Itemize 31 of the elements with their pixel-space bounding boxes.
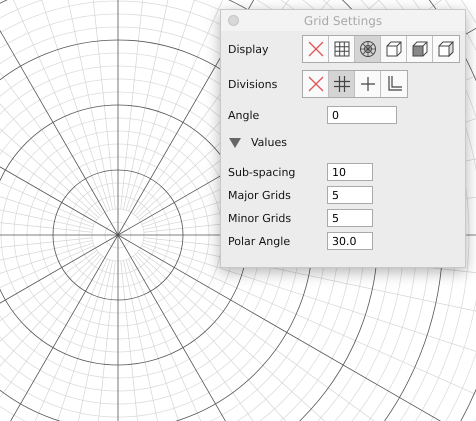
cross-icon — [306, 74, 326, 94]
cube-icon — [436, 39, 456, 59]
division-style-button[interactable] — [381, 71, 407, 97]
disclosure-triangle-icon[interactable] — [229, 138, 241, 148]
value-field[interactable]: 5 — [327, 186, 373, 204]
cube-icon — [384, 39, 404, 59]
value-field[interactable]: 30.0 — [327, 232, 373, 250]
value-label: Major Grids — [228, 188, 292, 202]
value-label: Minor Grids — [228, 212, 292, 224]
division-style-button[interactable] — [355, 71, 381, 97]
divisions-label: Divisions — [228, 78, 278, 90]
division-style-button[interactable] — [329, 71, 355, 97]
value-label: Polar Angle — [228, 234, 292, 248]
display-mode-button[interactable] — [407, 36, 433, 62]
value-label: Sub-spacing — [228, 166, 296, 178]
angle-field[interactable]: 0 — [327, 106, 397, 124]
shaded-cube-icon — [410, 39, 430, 59]
display-label: Display — [228, 42, 270, 56]
display-mode-button[interactable] — [433, 36, 459, 62]
cross-icon — [306, 39, 326, 59]
display-mode-button[interactable] — [329, 36, 355, 62]
value-field[interactable]: 10 — [327, 163, 373, 181]
window-title: Grid Settings — [304, 14, 382, 28]
values-section-label: Values — [251, 136, 287, 149]
angle-label: Angle — [228, 108, 260, 122]
hash-icon — [332, 74, 352, 94]
display-mode-button[interactable] — [381, 36, 407, 62]
polar-grid-icon — [358, 39, 378, 59]
display-mode-button[interactable] — [355, 36, 381, 62]
square-grid-icon — [332, 39, 352, 59]
value-field[interactable]: 5 — [327, 209, 373, 227]
